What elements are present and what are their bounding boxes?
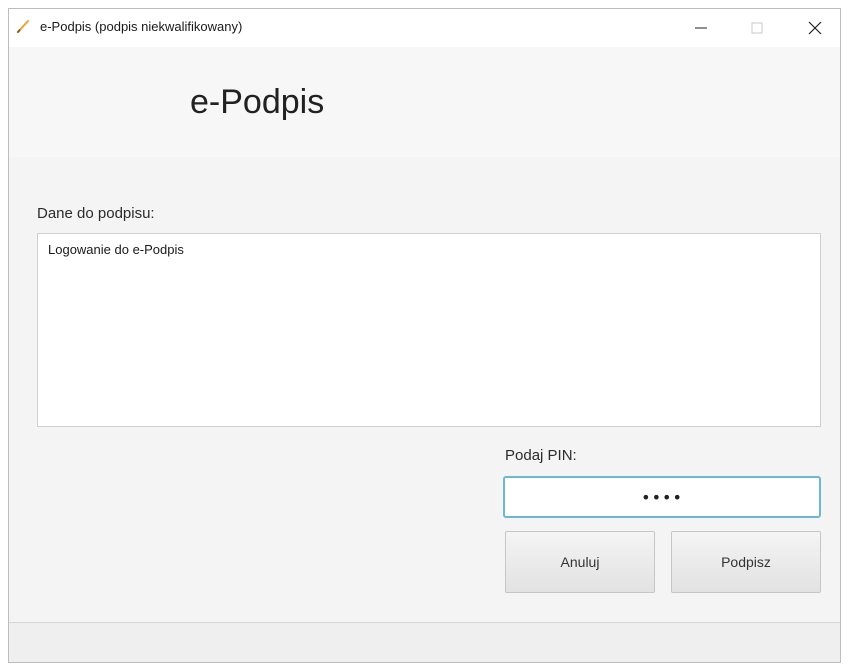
window-title: e-Podpis (podpis niekwalifikowany) (40, 19, 243, 34)
pen-icon (17, 20, 29, 33)
cancel-button[interactable]: Anuluj (505, 531, 655, 593)
maximize-button[interactable] (734, 9, 780, 47)
header-area: e-Podpis (9, 47, 840, 157)
page-title: e-Podpis (190, 83, 325, 121)
title-bar[interactable]: e-Podpis (podpis niekwalifikowany) (9, 9, 840, 47)
maximize-icon (751, 22, 763, 34)
dialog-content: e-Podpis Dane do podpisu: Logowanie do e… (9, 47, 840, 662)
pin-label: Podaj PIN: (505, 447, 577, 464)
sign-button[interactable]: Podpisz (671, 531, 821, 593)
data-to-sign-textarea[interactable]: Logowanie do e-Podpis (37, 233, 821, 427)
status-bar (9, 623, 840, 662)
pin-input[interactable] (503, 476, 821, 518)
app-window: e-Podpis (podpis niekwalifikowany) e-Pod… (8, 8, 841, 663)
minimize-icon (695, 27, 707, 29)
minimize-button[interactable] (678, 9, 724, 47)
close-icon (808, 21, 822, 35)
data-to-sign-label: Dane do podpisu: (37, 205, 155, 222)
close-button[interactable] (792, 9, 838, 47)
